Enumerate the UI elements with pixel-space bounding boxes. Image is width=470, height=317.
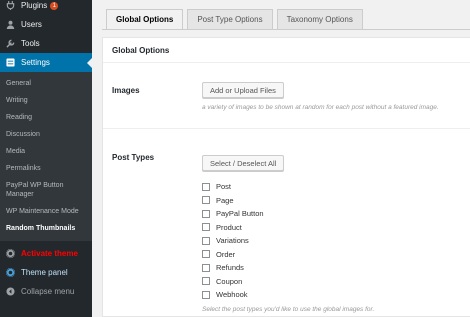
checkbox[interactable] xyxy=(202,263,210,272)
checkbox[interactable] xyxy=(202,290,210,299)
panel-title: Global Options xyxy=(103,38,470,63)
checkbox[interactable] xyxy=(202,196,210,205)
collapse-menu-button[interactable]: Collapse menu xyxy=(0,282,92,301)
post-type-checkbox-coupon[interactable]: Coupon xyxy=(202,275,264,289)
images-label: Images xyxy=(112,86,140,95)
checkbox-label: Product xyxy=(216,222,242,232)
checkbox-label: Refunds xyxy=(216,263,244,273)
checkbox[interactable] xyxy=(202,250,210,259)
post-types-list: Post Page PayPal Button Product Variatio… xyxy=(202,180,264,302)
menu-label: Users xyxy=(21,20,42,29)
post-types-label: Post Types xyxy=(112,153,155,162)
collapse-icon xyxy=(5,287,15,297)
submenu-paypal-wp-button-manager[interactable]: PayPal WP Button Manager xyxy=(0,177,92,203)
post-type-checkbox-page[interactable]: Page xyxy=(202,194,264,208)
post-type-checkbox-paypal-button[interactable]: PayPal Button xyxy=(202,207,264,221)
post-type-checkbox-post[interactable]: Post xyxy=(202,180,264,194)
add-upload-files-button[interactable]: Add or Upload Files xyxy=(202,82,284,98)
submenu-general[interactable]: General xyxy=(0,75,92,92)
submenu-random-thumbnails[interactable]: Random Thumbnails xyxy=(0,220,92,237)
post-type-checkbox-variations[interactable]: Variations xyxy=(202,234,264,248)
post-types-description: Select the post types you'd like to use … xyxy=(202,306,375,313)
users-icon xyxy=(5,20,15,30)
tab-global-options[interactable]: Global Options xyxy=(106,9,184,29)
post-type-checkbox-refunds[interactable]: Refunds xyxy=(202,261,264,275)
menu-item-theme-panel[interactable]: Theme panel xyxy=(0,263,92,282)
gear-icon xyxy=(5,249,15,259)
checkbox-label: Webhook xyxy=(216,290,248,300)
menu-label: Plugins xyxy=(21,1,48,10)
checkbox-label: Post xyxy=(216,182,232,192)
checkbox-label: Coupon xyxy=(216,276,243,286)
main-content: Global Options Post Type Options Taxonom… xyxy=(92,0,470,317)
options-tabs: Global Options Post Type Options Taxonom… xyxy=(106,9,367,29)
submenu-writing[interactable]: Writing xyxy=(0,92,92,109)
tab-post-type-options[interactable]: Post Type Options xyxy=(187,9,273,29)
update-count-badge: 1 xyxy=(50,1,59,10)
checkbox-label: Variations xyxy=(216,236,249,246)
post-type-checkbox-order[interactable]: Order xyxy=(202,248,264,262)
select-deselect-all-button[interactable]: Select / Deselect All xyxy=(202,155,285,171)
tab-taxonomy-options[interactable]: Taxonomy Options xyxy=(276,9,363,29)
post-type-checkbox-webhook[interactable]: Webhook xyxy=(202,288,264,302)
menu-label: Theme panel xyxy=(21,268,68,277)
checkbox[interactable] xyxy=(202,209,210,218)
checkbox[interactable] xyxy=(202,182,210,191)
gear-icon xyxy=(5,268,15,278)
settings-submenu: General Writing Reading Discussion Media… xyxy=(0,72,92,241)
menu-item-settings[interactable]: Settings xyxy=(0,53,92,72)
menu-label: Tools xyxy=(21,39,40,48)
menu-item-plugins[interactable]: Plugins 1 xyxy=(0,0,92,15)
checkbox[interactable] xyxy=(202,223,210,232)
plug-icon xyxy=(5,1,15,11)
section-divider xyxy=(103,128,470,129)
checkbox-label: Page xyxy=(216,195,234,205)
admin-sidebar: Plugins 1 Users Tools Settings General W… xyxy=(0,0,92,317)
tab-divider xyxy=(102,29,470,30)
checkbox[interactable] xyxy=(202,236,210,245)
submenu-discussion[interactable]: Discussion xyxy=(0,126,92,143)
submenu-wp-maintenance-mode[interactable]: WP Maintenance Mode xyxy=(0,203,92,220)
menu-item-tools[interactable]: Tools xyxy=(0,34,92,53)
menu-item-activate-theme[interactable]: Activate theme xyxy=(0,244,92,263)
submenu-reading[interactable]: Reading xyxy=(0,109,92,126)
menu-label: Activate theme xyxy=(21,249,78,258)
submenu-media[interactable]: Media xyxy=(0,143,92,160)
checkbox-label: Order xyxy=(216,249,236,259)
menu-item-users[interactable]: Users xyxy=(0,15,92,34)
checkbox[interactable] xyxy=(202,277,210,286)
post-type-checkbox-product[interactable]: Product xyxy=(202,221,264,235)
submenu-permalinks[interactable]: Permalinks xyxy=(0,160,92,177)
wrench-icon xyxy=(5,39,15,49)
menu-label: Settings xyxy=(21,58,50,67)
checkbox-label: PayPal Button xyxy=(216,209,264,219)
global-options-panel: Global Options Images Add or Upload File… xyxy=(102,37,470,317)
settings-icon xyxy=(5,58,15,68)
menu-label: Collapse menu xyxy=(21,287,75,296)
images-description: a variety of images to be shown at rando… xyxy=(202,104,439,111)
